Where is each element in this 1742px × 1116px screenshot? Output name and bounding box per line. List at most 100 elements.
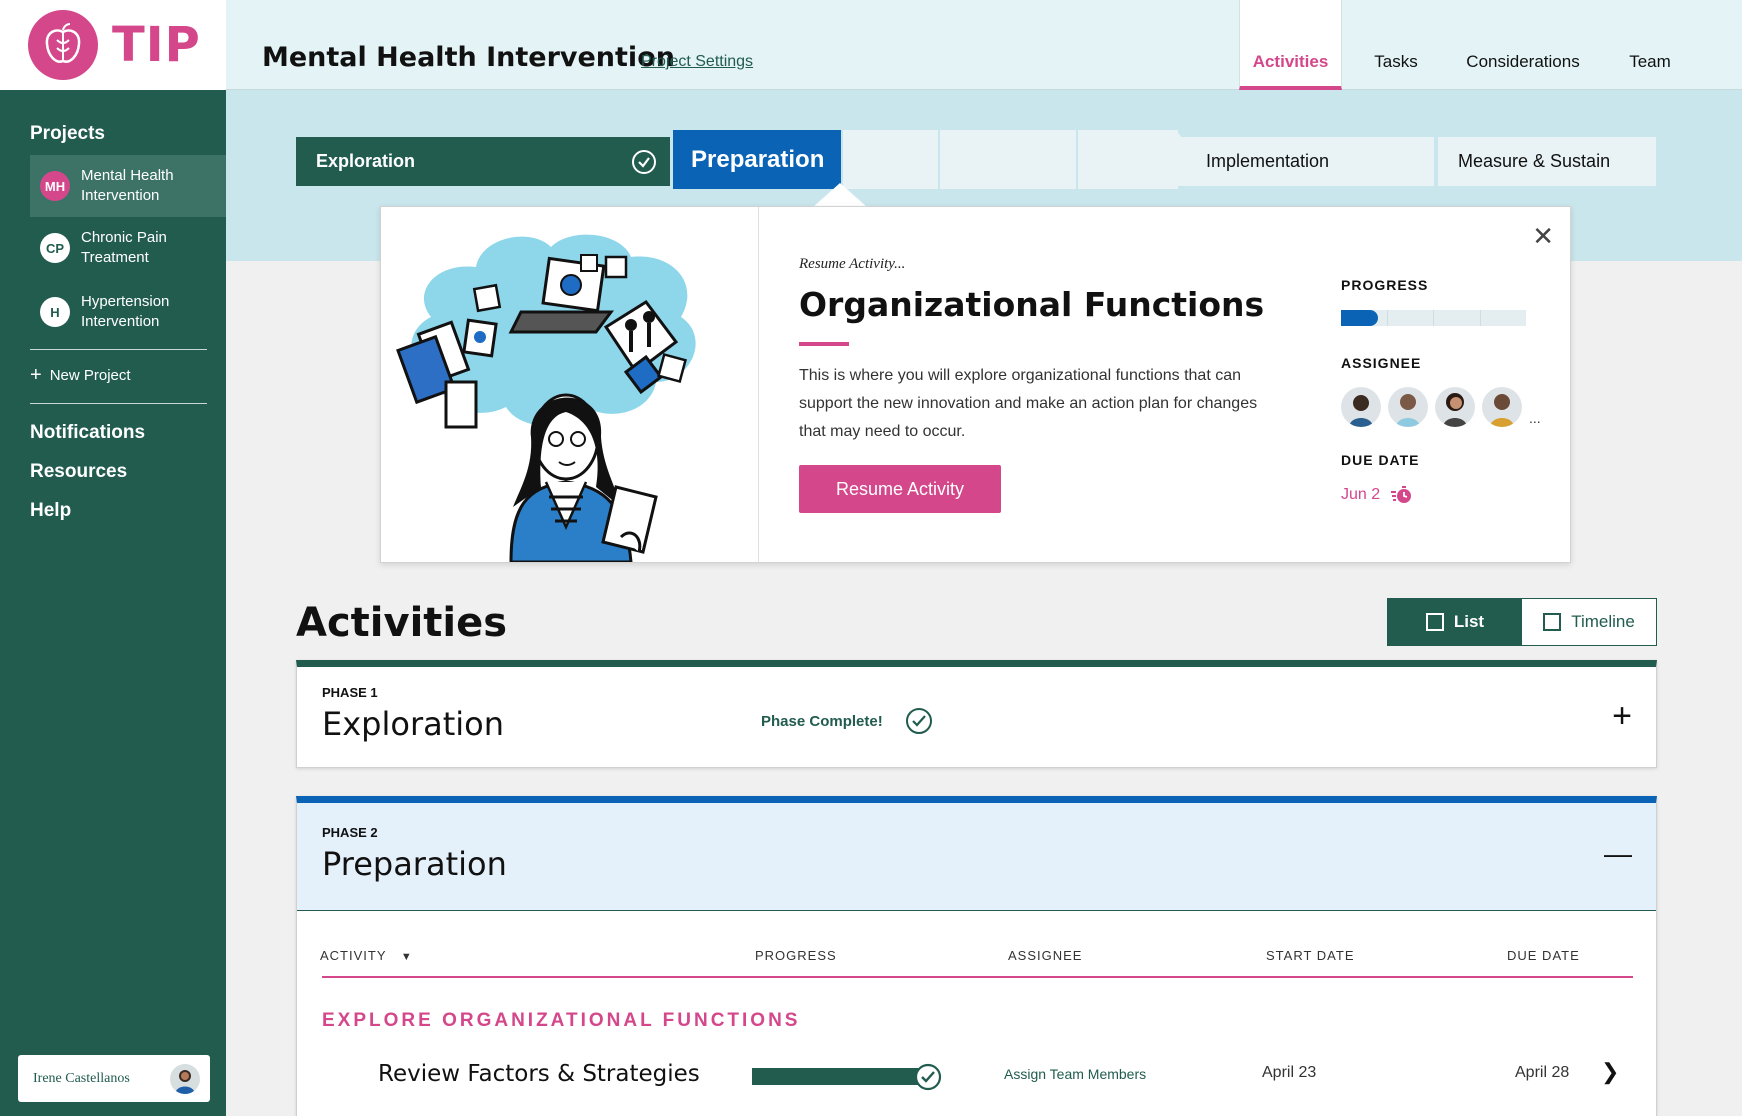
step-exploration[interactable]: Exploration (296, 137, 670, 186)
project-badge: CP (40, 233, 70, 263)
step-ghost-segment (843, 130, 938, 189)
tab-tasks[interactable]: Tasks (1346, 0, 1446, 90)
progress-fill (1341, 310, 1378, 326)
stopwatch-icon (1391, 486, 1412, 503)
assignee-list: ... (1341, 387, 1541, 427)
phase-name: Preparation (322, 845, 507, 883)
new-project-label: New Project (49, 367, 131, 384)
column-header-progress: PROGRESS (755, 948, 837, 963)
sidebar: TIP Projects MH Mental Health Interventi… (0, 0, 226, 1116)
due-date-label: DUE DATE (1341, 452, 1420, 468)
sidebar-item-mental-health[interactable]: MH Mental Health Intervention (30, 155, 226, 217)
activity-description: This is where you will explore organizat… (799, 367, 1258, 440)
step-label: Implementation (1206, 151, 1330, 171)
view-toggle: List Timeline (1387, 598, 1657, 646)
activities-heading: Activities (296, 600, 508, 646)
column-header-due-date: DUE DATE (1507, 948, 1580, 963)
step-ghost-segment (940, 130, 1076, 189)
activity-progress-bar (752, 1068, 928, 1085)
step-label: Exploration (316, 151, 416, 171)
phase-number: PHASE 2 (322, 825, 378, 840)
timeline-label: Timeline (1571, 612, 1635, 631)
project-settings-link[interactable]: Project Settings (641, 53, 753, 71)
project-label: Mental Health Intervention (81, 167, 174, 204)
sidebar-link-resources[interactable]: Resources (30, 461, 127, 483)
due-date-text: Jun 2 (1341, 486, 1381, 503)
avatar[interactable] (1482, 387, 1522, 427)
more-assignees[interactable]: ... (1529, 410, 1541, 426)
project-label: Chronic Pain Treatment (81, 229, 167, 266)
avatar[interactable] (1435, 387, 1475, 427)
project-badge: H (40, 297, 70, 327)
column-header-activity[interactable]: ACTIVITY ▼ (320, 948, 413, 963)
sidebar-divider (30, 349, 207, 350)
phase-name: Exploration (322, 705, 504, 743)
sidebar-link-notifications[interactable]: Notifications (30, 422, 145, 444)
projects-heading: Projects (30, 123, 105, 144)
expand-icon[interactable]: + (1612, 699, 1632, 733)
chevron-right-icon[interactable]: ❯ (1601, 1059, 1619, 1085)
step-preparation[interactable]: Preparation (673, 130, 841, 189)
sort-down-icon: ▼ (400, 951, 413, 963)
list-view-button[interactable]: List (1388, 599, 1522, 645)
progress-bar (1341, 310, 1526, 326)
phase-card-exploration: PHASE 1 Exploration Phase Complete! + (296, 660, 1657, 768)
project-label: Hypertension Intervention (81, 293, 170, 330)
resume-activity-card: ✕ Resume Activity... Organizational Func… (380, 206, 1571, 563)
avatar (170, 1063, 200, 1094)
sidebar-item-chronic-pain[interactable]: CP Chronic Pain Treatment (30, 217, 226, 279)
check-circle-icon (914, 1063, 942, 1091)
due-date-value: Jun 2 (1341, 486, 1412, 504)
step-ghost-segment (1078, 130, 1178, 189)
header-rule (322, 976, 1633, 978)
column-header-start-date: START DATE (1266, 948, 1355, 963)
phase-header[interactable]: PHASE 2 Preparation — (297, 803, 1656, 911)
activity-group-title: EXPLORE ORGANIZATIONAL FUNCTIONS (322, 1010, 801, 1031)
resume-eyebrow: Resume Activity... (799, 256, 906, 272)
column-label: ACTIVITY (320, 948, 387, 963)
tab-team[interactable]: Team (1600, 0, 1700, 90)
activity-start-date: April 23 (1262, 1064, 1317, 1081)
activity-row-name[interactable]: Review Factors & Strategies (378, 1061, 700, 1087)
step-label: Preparation (691, 145, 825, 173)
tab-considerations[interactable]: Considerations (1448, 0, 1598, 90)
user-name: Irene Castellanos (33, 1070, 130, 1086)
progress-label: PROGRESS (1341, 277, 1429, 293)
assign-team-members-link[interactable]: Assign Team Members (1004, 1066, 1146, 1082)
list-label: List (1453, 612, 1485, 631)
collapse-icon[interactable]: — (1604, 837, 1632, 871)
title-accent-rule (799, 342, 849, 346)
tab-activities[interactable]: Activities (1239, 0, 1342, 90)
page-title: Mental Health Intervention (262, 42, 675, 73)
sidebar-divider (30, 403, 207, 404)
project-badge: MH (40, 171, 70, 201)
top-header: Mental Health Intervention Project Setti… (226, 0, 1742, 90)
list-icon (1425, 613, 1444, 631)
activity-due-date: April 28 (1515, 1064, 1570, 1081)
step-implementation[interactable]: Implementation (1178, 137, 1434, 186)
card-pointer (813, 183, 867, 207)
user-profile-card[interactable]: Irene Castellanos (18, 1055, 210, 1102)
new-project-button[interactable]: + New Project (30, 364, 131, 387)
timeline-icon (1543, 613, 1562, 631)
phase-status-text: Phase Complete! (761, 712, 883, 730)
column-header-assignee: ASSIGNEE (1008, 948, 1083, 963)
activity-title: Organizational Functions (799, 285, 1265, 324)
logo-apple-icon (28, 10, 98, 80)
logo[interactable]: TIP (0, 0, 226, 90)
phase-number: PHASE 1 (322, 685, 378, 700)
phase-status: Phase Complete! (761, 707, 933, 735)
logo-text: TIP (112, 17, 201, 73)
activity-illustration (381, 207, 759, 562)
sidebar-link-help[interactable]: Help (30, 500, 71, 522)
step-measure-sustain[interactable]: Measure & Sustain (1438, 137, 1656, 186)
resume-activity-button[interactable]: Resume Activity (799, 465, 1001, 513)
timeline-view-button[interactable]: Timeline (1522, 599, 1656, 645)
sidebar-item-hypertension[interactable]: H Hypertension Intervention (30, 281, 226, 343)
avatar[interactable] (1388, 387, 1428, 427)
assignee-label: ASSIGNEE (1341, 355, 1422, 371)
plus-icon: + (30, 364, 42, 386)
close-icon[interactable]: ✕ (1532, 221, 1554, 252)
avatar[interactable] (1341, 387, 1381, 427)
phase-card-preparation: PHASE 2 Preparation — ACTIVITY ▼ PROGRES… (296, 796, 1657, 1116)
